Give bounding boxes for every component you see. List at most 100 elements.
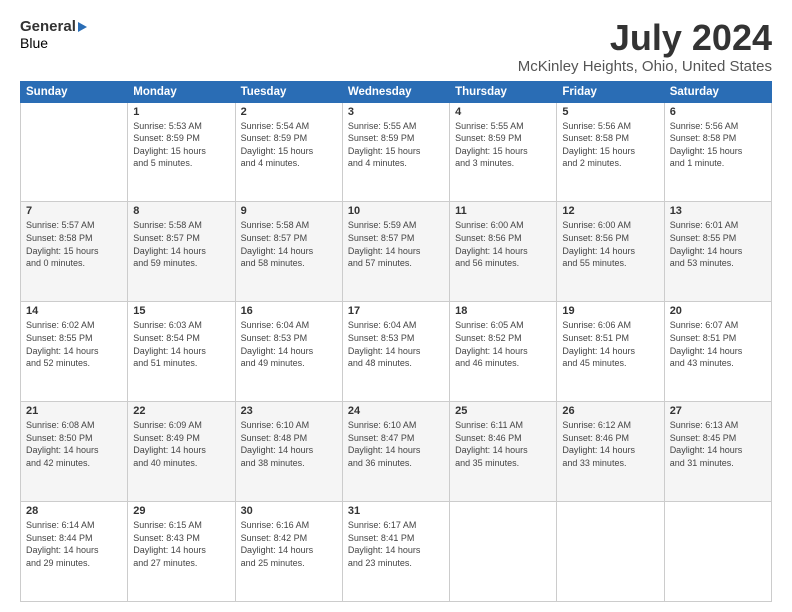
calendar-cell [450,502,557,602]
calendar-cell: 16Sunrise: 6:04 AM Sunset: 8:53 PM Dayli… [235,302,342,402]
location-title: McKinley Heights, Ohio, United States [518,58,772,75]
day-info: Sunrise: 5:59 AM Sunset: 8:57 PM Dayligh… [348,219,444,269]
day-number: 30 [241,505,337,517]
calendar-cell: 8Sunrise: 5:58 AM Sunset: 8:57 PM Daylig… [128,202,235,302]
weekday-header-thursday: Thursday [450,81,557,102]
day-number: 6 [670,106,766,118]
calendar-cell: 12Sunrise: 6:00 AM Sunset: 8:56 PM Dayli… [557,202,664,302]
day-number: 9 [241,205,337,217]
day-number: 24 [348,405,444,417]
weekday-header-friday: Friday [557,81,664,102]
month-title: July 2024 [518,18,772,58]
day-info: Sunrise: 6:09 AM Sunset: 8:49 PM Dayligh… [133,419,229,469]
day-info: Sunrise: 5:56 AM Sunset: 8:58 PM Dayligh… [562,120,658,170]
calendar-cell: 24 Sunrise: 6:10 AM Sunset: 8:47 PM Dayli… [342,402,449,502]
day-number: 20 [670,305,766,317]
logo: General Blue [20,18,87,51]
day-info: Sunrise: 5:55 AM Sunset: 8:59 PM Dayligh… [348,120,444,170]
calendar-cell [664,502,771,602]
day-info: Sunrise: 5:53 AM Sunset: 8:59 PM Dayligh… [133,120,229,170]
day-info: Sunrise: 6:10 AM Sunset: 8:47 PM Dayligh… [348,419,444,469]
calendar-cell: 25 Sunrise: 6:11 AM Sunset: 8:46 PM Dayli… [450,402,557,502]
day-info: Sunrise: 6:16 AM Sunset: 8:42 PM Dayligh… [241,519,337,569]
calendar-cell: 20 Sunrise: 6:07 AM Sunset: 8:51 PM Dayli… [664,302,771,402]
weekday-header-saturday: Saturday [664,81,771,102]
day-number: 28 [26,505,122,517]
day-number: 29 [133,505,229,517]
day-info: Sunrise: 6:02 AM Sunset: 8:55 PM Dayligh… [26,319,122,369]
day-number: 15 [133,305,229,317]
calendar-cell: 30 Sunrise: 6:16 AM Sunset: 8:42 PM Dayli… [235,502,342,602]
weekday-header-tuesday: Tuesday [235,81,342,102]
weekday-header-wednesday: Wednesday [342,81,449,102]
day-info: Sunrise: 6:14 AM Sunset: 8:44 PM Dayligh… [26,519,122,569]
day-number: 13 [670,205,766,217]
day-number: 21 [26,405,122,417]
calendar-cell: 28 Sunrise: 6:14 AM Sunset: 8:44 PM Dayli… [21,502,128,602]
calendar-cell: 27Sunrise: 6:13 AM Sunset: 8:45 PM Dayli… [664,402,771,502]
day-info: Sunrise: 5:58 AM Sunset: 8:57 PM Dayligh… [241,219,337,269]
header: General Blue July 2024 McKinley Heights,… [20,18,772,75]
logo-general-text: General [20,18,76,35]
day-number: 19 [562,305,658,317]
day-number: 18 [455,305,551,317]
calendar-cell: 9 Sunrise: 5:58 AM Sunset: 8:57 PM Daylig… [235,202,342,302]
day-info: Sunrise: 6:06 AM Sunset: 8:51 PM Dayligh… [562,319,658,369]
logo-line1: General [20,18,87,35]
calendar-week-row: 1Sunrise: 5:53 AM Sunset: 8:59 PM Daylig… [21,102,772,202]
day-info: Sunrise: 5:54 AM Sunset: 8:59 PM Dayligh… [241,120,337,170]
calendar-cell: 2 Sunrise: 5:54 AM Sunset: 8:59 PM Daylig… [235,102,342,202]
day-info: Sunrise: 6:17 AM Sunset: 8:41 PM Dayligh… [348,519,444,569]
day-info: Sunrise: 6:11 AM Sunset: 8:46 PM Dayligh… [455,419,551,469]
day-info: Sunrise: 6:00 AM Sunset: 8:56 PM Dayligh… [562,219,658,269]
calendar-week-row: 7 Sunrise: 5:57 AM Sunset: 8:58 PM Daylig… [21,202,772,302]
calendar-cell: 4Sunrise: 5:55 AM Sunset: 8:59 PM Daylig… [450,102,557,202]
day-info: Sunrise: 5:58 AM Sunset: 8:57 PM Dayligh… [133,219,229,269]
weekday-header-sunday: Sunday [21,81,128,102]
calendar-cell: 6Sunrise: 5:56 AM Sunset: 8:58 PM Daylig… [664,102,771,202]
calendar-cell: 17 Sunrise: 6:04 AM Sunset: 8:53 PM Dayli… [342,302,449,402]
day-info: Sunrise: 6:00 AM Sunset: 8:56 PM Dayligh… [455,219,551,269]
day-number: 26 [562,405,658,417]
day-number: 27 [670,405,766,417]
page: General Blue July 2024 McKinley Heights,… [0,0,792,612]
calendar-cell: 29 Sunrise: 6:15 AM Sunset: 8:43 PM Dayli… [128,502,235,602]
logo-line2: Blue [20,35,87,51]
day-info: Sunrise: 6:15 AM Sunset: 8:43 PM Dayligh… [133,519,229,569]
calendar-week-row: 14Sunrise: 6:02 AM Sunset: 8:55 PM Dayli… [21,302,772,402]
day-number: 22 [133,405,229,417]
day-number: 16 [241,305,337,317]
day-number: 23 [241,405,337,417]
day-number: 31 [348,505,444,517]
calendar-cell: 21Sunrise: 6:08 AM Sunset: 8:50 PM Dayli… [21,402,128,502]
calendar-cell: 11Sunrise: 6:00 AM Sunset: 8:56 PM Dayli… [450,202,557,302]
calendar-cell: 5 Sunrise: 5:56 AM Sunset: 8:58 PM Daylig… [557,102,664,202]
calendar-cell: 15 Sunrise: 6:03 AM Sunset: 8:54 PM Dayli… [128,302,235,402]
day-number: 2 [241,106,337,118]
day-info: Sunrise: 6:07 AM Sunset: 8:51 PM Dayligh… [670,319,766,369]
day-number: 5 [562,106,658,118]
calendar-cell [21,102,128,202]
calendar-cell: 10 Sunrise: 5:59 AM Sunset: 8:57 PM Dayli… [342,202,449,302]
day-info: Sunrise: 6:04 AM Sunset: 8:53 PM Dayligh… [348,319,444,369]
calendar-cell: 18Sunrise: 6:05 AM Sunset: 8:52 PM Dayli… [450,302,557,402]
calendar-cell: 26Sunrise: 6:12 AM Sunset: 8:46 PM Dayli… [557,402,664,502]
logo-arrow-icon [78,22,87,32]
calendar-cell: 19 Sunrise: 6:06 AM Sunset: 8:51 PM Dayli… [557,302,664,402]
day-info: Sunrise: 6:03 AM Sunset: 8:54 PM Dayligh… [133,319,229,369]
calendar-cell: 31 Sunrise: 6:17 AM Sunset: 8:41 PM Dayli… [342,502,449,602]
calendar-cell: 23 Sunrise: 6:10 AM Sunset: 8:48 PM Dayli… [235,402,342,502]
day-info: Sunrise: 5:57 AM Sunset: 8:58 PM Dayligh… [26,219,122,269]
calendar-cell: 13Sunrise: 6:01 AM Sunset: 8:55 PM Dayli… [664,202,771,302]
day-number: 25 [455,405,551,417]
day-info: Sunrise: 6:10 AM Sunset: 8:48 PM Dayligh… [241,419,337,469]
day-number: 17 [348,305,444,317]
logo-blue-text: Blue [20,35,48,51]
day-number: 7 [26,205,122,217]
day-number: 4 [455,106,551,118]
day-number: 3 [348,106,444,118]
calendar-week-row: 21Sunrise: 6:08 AM Sunset: 8:50 PM Dayli… [21,402,772,502]
day-number: 10 [348,205,444,217]
weekday-header-monday: Monday [128,81,235,102]
calendar-cell [557,502,664,602]
